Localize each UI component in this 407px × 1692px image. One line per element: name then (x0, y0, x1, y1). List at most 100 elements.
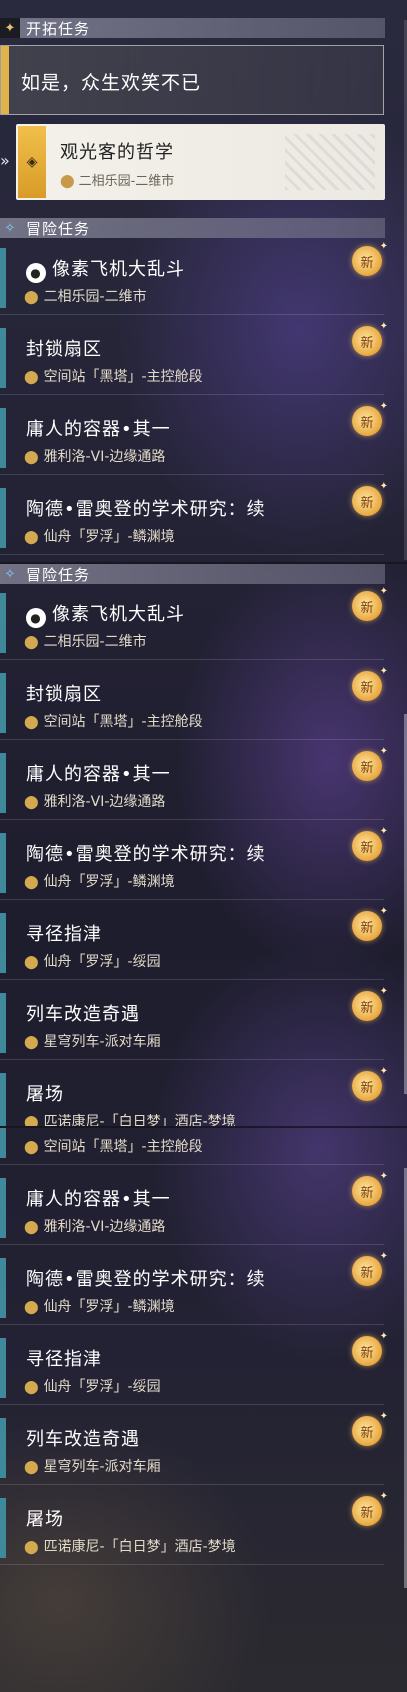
quest-item[interactable]: ● 像素飞机大乱斗 ⬤ 二相乐园-二维市 新 (0, 586, 388, 660)
new-badge-icon: 新 (352, 746, 388, 781)
quest-accent-bar (0, 913, 6, 973)
new-badge-icon: 新 (352, 321, 388, 356)
quest-location: ⬤ 仙舟「罗浮」-鳞渊境 (24, 871, 175, 891)
quest-item[interactable]: 庸人的容器•其一 ⬤ 雅利洛-VI-边缘通路 新 (0, 401, 388, 475)
location-pin-icon: ⬤ (24, 715, 39, 730)
location-pin-icon: ⬤ (24, 1115, 39, 1126)
quest-location: ⬤ 匹诺康尼-「白日梦」酒店-梦境 (24, 1536, 236, 1556)
quest-title-text: 像素飞机大乱斗 (52, 259, 185, 280)
quest-accent-bar (0, 1338, 6, 1398)
location-text: 匹诺康尼-「白日梦」酒店-梦境 (43, 1539, 236, 1555)
new-badge-icon: 新 (352, 1066, 388, 1101)
quest-location: ⬤ 星穹列车-派对车厢 (24, 1456, 161, 1476)
quest-location: ⬤ 雅利洛-VI-边缘通路 (24, 791, 165, 811)
quest-title: 陶德•雷奥登的学术研究：续 (26, 499, 266, 520)
quest-title: 观光客的哲学 (60, 142, 174, 163)
quest-title-text: 像素飞机大乱斗 (52, 604, 185, 625)
quest-item[interactable]: 列车改造奇遇 ⬤ 星穹列车-派对车厢 新 (0, 986, 388, 1060)
trailblaze-quest-item[interactable]: 如是，众生欢笑不已 (0, 45, 384, 115)
location-text: 雅利洛-VI-边缘通路 (43, 449, 166, 465)
location-pin-icon: ⬤ (24, 1140, 39, 1155)
quest-title: 屠场 (26, 1509, 64, 1530)
quest-list-view-2: ✧ 冒险任务 ● 像素飞机大乱斗 ⬤ 二相乐园-二维市 新 封锁扇区 ⬤ 空间站「黑塔… (0, 564, 407, 1126)
quest-title: 寻径指津 (26, 924, 102, 945)
quest-item[interactable]: 封锁扇区 ⬤ 空间站「黑塔」-主控舱段 新 (0, 321, 388, 395)
trailblaze-category-header: ✦ 开拓任务 (0, 18, 385, 38)
location-text: 二相乐园-二维市 (78, 174, 175, 189)
quest-location: ⬤ 仙舟「罗浮」-绥园 (24, 1376, 161, 1396)
quest-location: ⬤ 匹诺康尼-「白日梦」酒店-梦境 (24, 1111, 236, 1126)
quest-title: 庸人的容器•其一 (26, 1189, 171, 1210)
quest-item[interactable]: 屠场 ⬤ 匹诺康尼-「白日梦」酒店-梦境 新 (0, 1066, 388, 1126)
quest-accent-bar (0, 408, 6, 468)
quest-location: ⬤ 空间站「黑塔」-主控舱段 (24, 366, 203, 386)
new-badge-icon: 新 (352, 586, 388, 621)
quest-item[interactable]: 屠场 ⬤ 匹诺康尼-「白日梦」酒店-梦境 新 (0, 1491, 388, 1565)
quest-title: 如是，众生欢笑不已 (21, 72, 202, 94)
quest-accent-bar (0, 1073, 6, 1126)
quest-item[interactable]: 陶德•雷奥登的学术研究：续 ⬤ 仙舟「罗浮」-鳞渊境 新 (0, 1251, 388, 1325)
quest-title: 陶德•雷奥登的学术研究：续 (26, 1269, 266, 1290)
quest-accent-bar (0, 1258, 6, 1318)
location-text: 仙舟「罗浮」-鳞渊境 (43, 529, 175, 545)
quest-title: 列车改造奇遇 (26, 1429, 140, 1450)
quest-item[interactable]: 庸人的容器•其一 ⬤ 雅利洛-VI-边缘通路 新 (0, 746, 388, 820)
quest-location: ⬤ 星穹列车-派对车厢 (24, 1031, 161, 1051)
new-badge-icon: 新 (352, 1171, 388, 1206)
quest-accent-bar (0, 1498, 6, 1558)
quest-location: ⬤ 仙舟「罗浮」-鳞渊境 (24, 526, 175, 546)
location-pin-icon: ⬤ (24, 450, 39, 465)
quest-item[interactable]: 陶德•雷奥登的学术研究：续 ⬤ 仙舟「罗浮」-鳞渊境 新 (0, 481, 388, 555)
quest-title: ● 像素飞机大乱斗 (26, 255, 185, 283)
location-pin-icon: ⬤ (60, 174, 75, 189)
quest-item[interactable]: 陶德•雷奥登的学术研究：续 ⬤ 仙舟「罗浮」-鳞渊境 新 (0, 826, 388, 900)
quest-item[interactable]: 寻径指津 ⬤ 仙舟「罗浮」-绥园 新 (0, 1331, 388, 1405)
location-pin-icon: ⬤ (24, 1380, 39, 1395)
location-text: 二相乐园-二维市 (43, 634, 147, 650)
quest-item[interactable]: 寻径指津 ⬤ 仙舟「罗浮」-绥园 新 (0, 906, 388, 980)
location-pin-icon: ⬤ (24, 290, 39, 305)
selection-arrow-icon: » (0, 151, 10, 170)
quest-item[interactable]: ● 像素飞机大乱斗 ⬤ 二相乐园-二维市 新 (0, 241, 388, 315)
quest-title: 庸人的容器•其一 (26, 764, 171, 785)
quest-list-view-3: 封锁扇区 ⬤ 空间站「黑塔」-主控舱段 庸人的容器•其一 ⬤ 雅利洛-VI-边缘通路… (0, 1128, 407, 1692)
new-badge-icon: 新 (352, 481, 388, 516)
location-text: 空间站「黑塔」-主控舱段 (43, 1139, 203, 1155)
location-pin-icon: ⬤ (24, 1460, 39, 1475)
quest-accent-bar (0, 488, 6, 548)
quest-list-view-1: ✦ 开拓任务 如是，众生欢笑不已 » ◈ 观光客的哲学 ⬤ 二相乐园-二维市 ✧ … (0, 0, 407, 562)
quest-accent-bar (0, 993, 6, 1053)
quest-location: ⬤ 二相乐园-二维市 (24, 631, 147, 651)
category-label: 冒险任务 (26, 565, 91, 584)
quest-item[interactable]: 庸人的容器•其一 ⬤ 雅利洛-VI-边缘通路 新 (0, 1171, 388, 1245)
adventure-category-header: ✧ 冒险任务 (0, 564, 385, 584)
quest-title: 庸人的容器•其一 (26, 419, 171, 440)
quest-accent-bar (0, 1178, 6, 1238)
new-badge-icon: 新 (352, 241, 388, 276)
quest-item[interactable]: 列车改造奇遇 ⬤ 星穹列车-派对车厢 新 (0, 1411, 388, 1485)
selected-quest-item[interactable]: ◈ 观光客的哲学 ⬤ 二相乐园-二维市 (16, 124, 385, 200)
quest-location: ⬤ 仙舟「罗浮」-绥园 (24, 951, 161, 971)
quest-title: 寻径指津 (26, 1349, 102, 1370)
quest-location: ⬤ 雅利洛-VI-边缘通路 (24, 446, 165, 466)
quest-type-icon: ◈ (18, 126, 46, 198)
quest-location: ⬤ 二相乐园-二维市 (60, 170, 174, 189)
location-text: 空间站「黑塔」-主控舱段 (43, 369, 203, 385)
location-pin-icon: ⬤ (24, 955, 39, 970)
location-pin-icon: ⬤ (24, 795, 39, 810)
quest-title: 列车改造奇遇 (26, 1004, 140, 1025)
location-text: 星穹列车-派对车厢 (43, 1459, 161, 1475)
location-pin-icon: ⬤ (24, 1220, 39, 1235)
diamond-star-icon: ✦ (0, 18, 20, 38)
quest-accent-bar (0, 673, 6, 733)
decorative-pattern (285, 134, 375, 190)
quest-item[interactable]: 封锁扇区 ⬤ 空间站「黑塔」-主控舱段 新 (0, 666, 388, 740)
new-badge-icon: 新 (352, 401, 388, 436)
quest-accent-bar (1, 46, 9, 114)
location-pin-icon: ⬤ (24, 875, 39, 890)
location-pin-icon: ⬤ (24, 635, 39, 650)
location-text: 仙舟「罗浮」-绥园 (43, 954, 161, 970)
quest-item[interactable]: 封锁扇区 ⬤ 空间站「黑塔」-主控舱段 (0, 1128, 384, 1165)
adventure-category-header: ✧ 冒险任务 (0, 218, 385, 238)
quest-accent-bar (0, 1418, 6, 1478)
